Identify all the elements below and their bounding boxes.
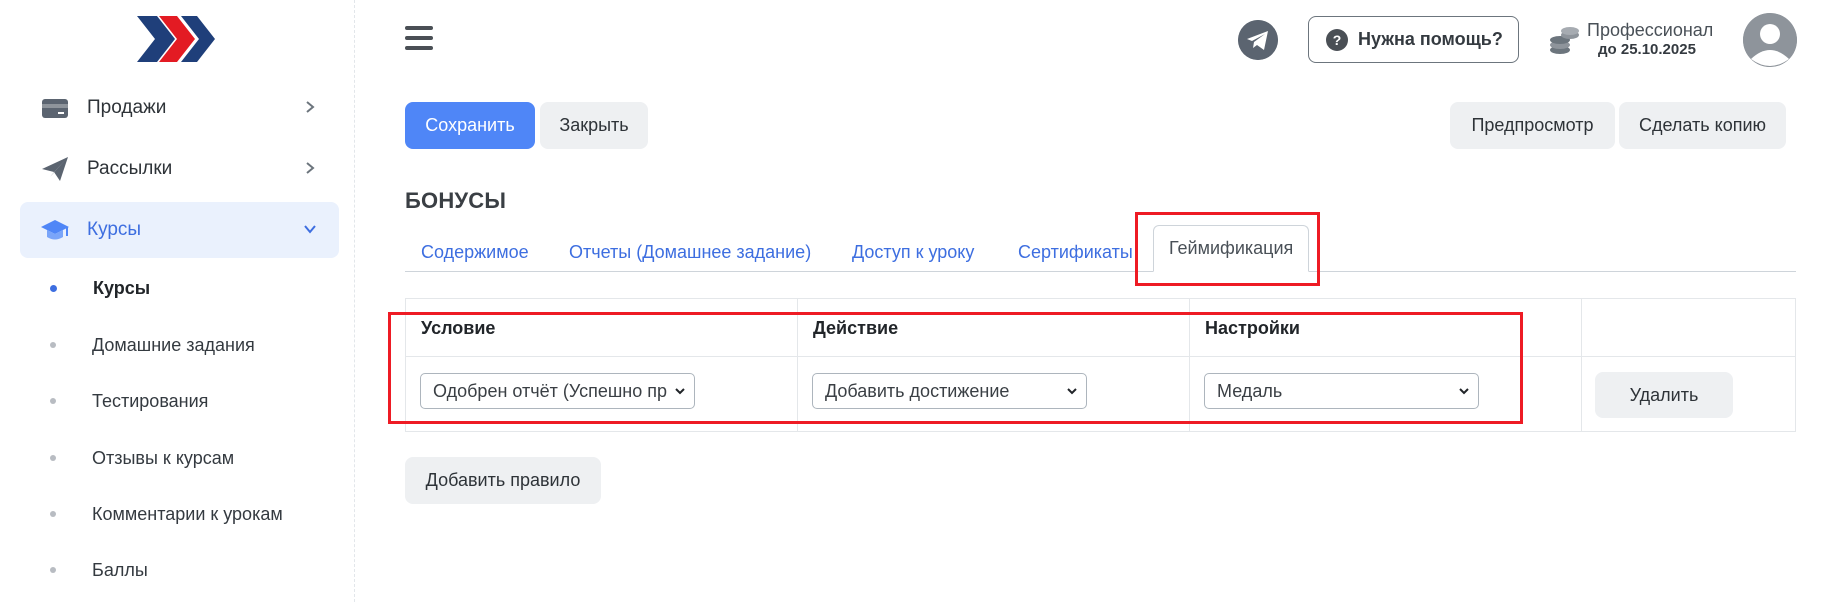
sidebar-item-label: Курсы <box>87 219 142 240</box>
preview-button[interactable]: Предпросмотр <box>1450 102 1615 149</box>
tab-lesson-access[interactable]: Доступ к уроку <box>852 232 974 272</box>
action-select-value: Добавить достижение <box>825 380 1010 401</box>
help-button-label: Нужна помощь? <box>1358 29 1503 49</box>
chevron-right-icon <box>306 101 315 113</box>
tab-content[interactable]: Содержимое <box>421 232 529 272</box>
bullet-icon <box>50 342 56 348</box>
question-icon: ? <box>1326 28 1348 51</box>
column-divider <box>1581 299 1582 431</box>
sidebar-subitem-points[interactable]: Баллы <box>50 555 148 585</box>
sidebar-item-label: Продажи <box>87 97 167 118</box>
delete-rule-button[interactable]: Удалить <box>1595 372 1733 418</box>
sidebar-subitem-label: Тестирования <box>92 390 209 411</box>
sidebar-subitem-label: Комментарии к урокам <box>92 503 283 524</box>
card-icon <box>42 99 68 118</box>
plan-name: Профессионал <box>1587 20 1714 40</box>
sidebar-item-courses[interactable]: Курсы <box>20 202 339 258</box>
bullet-icon <box>50 567 56 573</box>
sidebar-item-mailings[interactable]: Рассылки <box>20 141 339 197</box>
chevron-right-icon <box>306 162 315 174</box>
bullet-icon <box>50 511 56 517</box>
bullet-icon <box>50 455 56 461</box>
telegram-icon[interactable] <box>1238 20 1278 60</box>
column-header-action: Действие <box>813 318 899 338</box>
plan-expiry: до 25.10.2025 <box>1598 41 1696 58</box>
rules-table: Условие Действие Настройки <box>405 298 1796 432</box>
logo-icon[interactable] <box>137 16 215 62</box>
bullet-icon <box>50 284 57 292</box>
setting-select-value: Медаль <box>1217 380 1283 401</box>
menu-toggle-icon[interactable] <box>405 26 433 52</box>
sidebar-subitem-courses[interactable]: Курсы <box>50 273 150 303</box>
tab-reports[interactable]: Отчеты (Домашнее задание) <box>569 232 811 272</box>
row-divider <box>406 356 1795 357</box>
sidebar-subitem-tests[interactable]: Тестирования <box>50 386 208 416</box>
chevron-down-icon <box>1459 388 1469 395</box>
add-rule-button[interactable]: Добавить правило <box>405 457 601 504</box>
sidebar-subitem-label: Баллы <box>92 559 148 580</box>
column-divider <box>797 299 798 431</box>
action-select[interactable]: Добавить достижение <box>812 373 1087 409</box>
condition-select-value: Одобрен отчёт (Успешно пр <box>433 380 668 401</box>
chevron-down-icon <box>304 225 316 234</box>
column-divider <box>1189 299 1190 431</box>
setting-select[interactable]: Медаль <box>1204 373 1479 409</box>
copy-button[interactable]: Сделать копию <box>1619 102 1786 149</box>
sidebar-item-sales[interactable]: Продажи <box>20 80 339 136</box>
graduation-cap-icon <box>41 220 69 240</box>
paper-plane-icon <box>42 157 68 181</box>
sidebar-subitem-comments[interactable]: Комментарии к урокам <box>50 499 283 529</box>
column-header-settings: Настройки <box>1205 318 1300 338</box>
coins-icon <box>1550 27 1579 54</box>
column-header-condition: Условие <box>421 318 496 338</box>
sidebar-subitem-label: Курсы <box>93 277 151 298</box>
chevron-down-icon <box>1067 388 1077 395</box>
tab-gamification[interactable]: Геймификация <box>1153 225 1310 272</box>
sidebar: Продажи Рассылки Курсы Курсы Домашние за… <box>0 0 355 602</box>
save-button[interactable]: Сохранить <box>405 102 535 149</box>
chevron-down-icon <box>675 388 685 395</box>
page-title: БОНУСЫ <box>405 188 507 213</box>
sidebar-subitem-label: Домашние задания <box>92 334 255 355</box>
close-button[interactable]: Закрыть <box>540 102 648 149</box>
avatar-icon[interactable] <box>1743 13 1797 67</box>
sidebar-subitem-label: Отзывы к курсам <box>92 447 235 468</box>
sidebar-item-label: Рассылки <box>87 158 173 179</box>
help-button[interactable]: ? Нужна помощь? <box>1308 16 1519 63</box>
sidebar-subitem-reviews[interactable]: Отзывы к курсам <box>50 443 234 473</box>
sidebar-subitem-homework[interactable]: Домашние задания <box>50 330 255 360</box>
condition-select[interactable]: Одобрен отчёт (Успешно пр <box>420 373 695 409</box>
bullet-icon <box>50 398 56 404</box>
tab-certificates[interactable]: Сертификаты <box>1018 232 1133 272</box>
